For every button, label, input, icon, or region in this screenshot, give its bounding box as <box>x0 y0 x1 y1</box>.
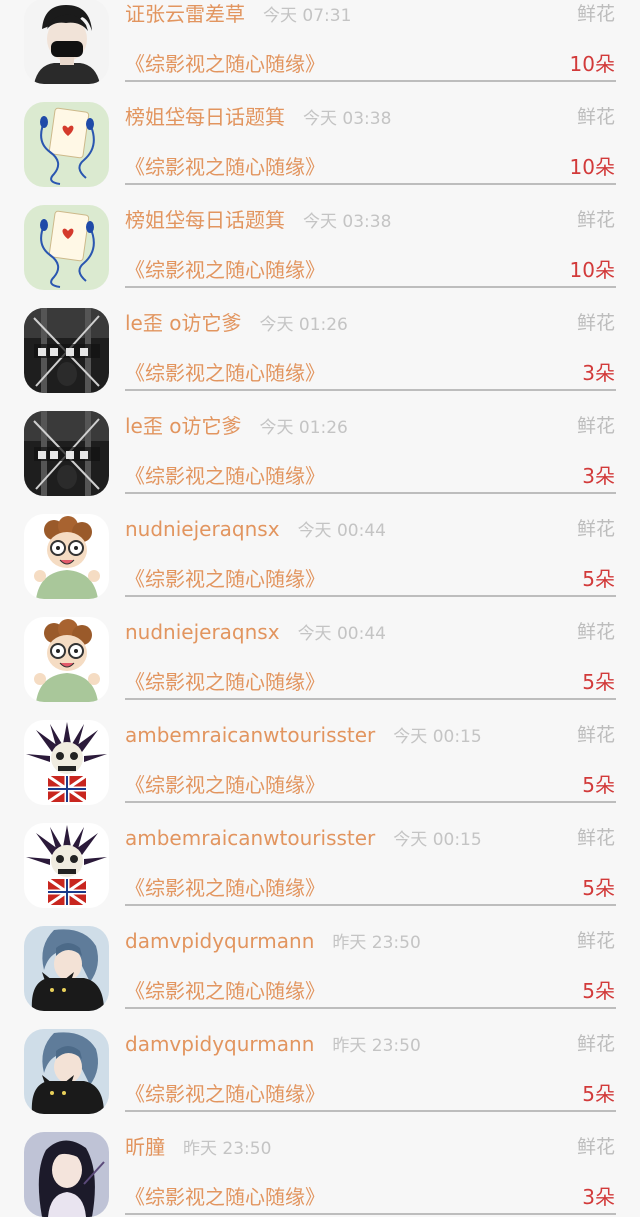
user-name[interactable]: ambemraicanwtourisster 今天 00:15 <box>125 720 482 752</box>
gift-count: 5朵 <box>582 979 615 1003</box>
book-title[interactable]: 《综影视之随心随缘》 <box>125 976 325 1006</box>
gift-count: 5朵 <box>582 1082 615 1106</box>
list-item[interactable]: 昕朣 昨天 23:50 鲜花 《综影视之随心随缘》 3朵 <box>0 1112 640 1217</box>
anime-girl-avatar[interactable] <box>24 1132 109 1217</box>
dark-calligraphy-avatar[interactable] <box>24 411 109 496</box>
user-name[interactable]: 榜姐垈每日话题箕 今天 03:38 <box>125 205 391 237</box>
gift-type: 鲜花 <box>576 415 615 437</box>
timestamp: 昨天 23:50 <box>183 1139 272 1159</box>
book-title[interactable]: 《综影视之随心随缘》 <box>125 873 325 903</box>
timestamp: 今天 00:15 <box>393 727 482 747</box>
gift-count: 5朵 <box>582 670 615 694</box>
user-name[interactable]: le歪 o访它爹 今天 01:26 <box>125 308 348 340</box>
playing-card-earphones-avatar[interactable] <box>24 205 109 290</box>
user-name[interactable]: damvpidyqurmann 昨天 23:50 <box>125 926 421 958</box>
timestamp: 今天 00:44 <box>297 624 386 644</box>
list-item[interactable]: le歪 o访它爹 今天 01:26 鲜花 《综影视之随心随缘》 3朵 <box>0 288 640 393</box>
user-name[interactable]: nudniejeraqnsx 今天 00:44 <box>125 514 386 546</box>
gift-type: 鲜花 <box>576 209 615 231</box>
cartoon-boy-glasses-avatar[interactable] <box>24 514 109 599</box>
user-name[interactable]: damvpidyqurmann 昨天 23:50 <box>125 1029 421 1061</box>
list-item[interactable]: 榜姐垈每日话题箕 今天 03:38 鲜花 《综影视之随心随缘》 10朵 <box>0 82 640 187</box>
gift-type: 鲜花 <box>576 724 615 746</box>
book-title[interactable]: 《综影视之随心随缘》 <box>125 255 325 285</box>
anime-boy-black-cat-avatar[interactable] <box>24 1029 109 1114</box>
timestamp: 昨天 23:50 <box>332 933 421 953</box>
timestamp: 今天 01:26 <box>259 418 348 438</box>
divider <box>125 1213 616 1215</box>
list-item[interactable]: 证张云雷差草 今天 07:31 鲜花 《综影视之随心随缘》 10朵 <box>0 0 640 84</box>
gift-count: 3朵 <box>582 361 615 385</box>
book-title[interactable]: 《综影视之随心随缘》 <box>125 667 325 697</box>
gift-count: 10朵 <box>569 52 615 76</box>
book-title[interactable]: 《综影视之随心随缘》 <box>125 1182 325 1212</box>
gift-count: 5朵 <box>582 773 615 797</box>
cartoon-boy-glasses-avatar[interactable] <box>24 617 109 702</box>
list-item[interactable]: le歪 o访它爹 今天 01:26 鲜花 《综影视之随心随缘》 3朵 <box>0 391 640 496</box>
timestamp: 今天 01:26 <box>259 315 348 335</box>
gift-type: 鲜花 <box>576 930 615 952</box>
gift-type: 鲜花 <box>576 106 615 128</box>
gift-record-list: 证张云雷差草 今天 07:31 鲜花 《综影视之随心随缘》 10朵 榜姐垈每日话题… <box>0 0 640 1217</box>
masked-boy-avatar[interactable] <box>24 0 109 84</box>
user-name[interactable]: ambemraicanwtourisster 今天 00:15 <box>125 823 482 855</box>
playing-card-earphones-avatar[interactable] <box>24 102 109 187</box>
timestamp: 今天 00:15 <box>393 830 482 850</box>
gift-type: 鲜花 <box>576 3 615 25</box>
gift-count: 10朵 <box>569 155 615 179</box>
gift-count: 5朵 <box>582 876 615 900</box>
anime-boy-black-cat-avatar[interactable] <box>24 926 109 1011</box>
timestamp: 今天 07:31 <box>263 6 352 26</box>
gift-type: 鲜花 <box>576 518 615 540</box>
user-name[interactable]: 证张云雷差草 今天 07:31 <box>125 0 351 31</box>
user-name[interactable]: 昕朣 昨天 23:50 <box>125 1132 271 1164</box>
user-name[interactable]: 榜姐垈每日话题箕 今天 03:38 <box>125 102 391 134</box>
user-name[interactable]: le歪 o访它爹 今天 01:26 <box>125 411 348 443</box>
list-item[interactable]: ambemraicanwtourisster 今天 00:15 鲜花 《综影视之随… <box>0 700 640 805</box>
gift-type: 鲜花 <box>576 827 615 849</box>
list-item[interactable]: damvpidyqurmann 昨天 23:50 鲜花 《综影视之随心随缘》 5朵 <box>0 1009 640 1114</box>
punk-skull-avatar[interactable] <box>24 720 109 805</box>
book-title[interactable]: 《综影视之随心随缘》 <box>125 358 325 388</box>
gift-count: 3朵 <box>582 464 615 488</box>
book-title[interactable]: 《综影视之随心随缘》 <box>125 152 325 182</box>
punk-skull-avatar[interactable] <box>24 823 109 908</box>
timestamp: 今天 00:44 <box>297 521 386 541</box>
gift-count: 10朵 <box>569 258 615 282</box>
gift-type: 鲜花 <box>576 1136 615 1158</box>
book-title[interactable]: 《综影视之随心随缘》 <box>125 770 325 800</box>
user-name[interactable]: nudniejeraqnsx 今天 00:44 <box>125 617 386 649</box>
list-item[interactable]: ambemraicanwtourisster 今天 00:15 鲜花 《综影视之随… <box>0 803 640 908</box>
timestamp: 今天 03:38 <box>303 109 392 129</box>
dark-calligraphy-avatar[interactable] <box>24 308 109 393</box>
list-item[interactable]: nudniejeraqnsx 今天 00:44 鲜花 《综影视之随心随缘》 5朵 <box>0 494 640 599</box>
gift-type: 鲜花 <box>576 1033 615 1055</box>
gift-count: 3朵 <box>582 1185 615 1209</box>
book-title[interactable]: 《综影视之随心随缘》 <box>125 564 325 594</box>
list-item[interactable]: nudniejeraqnsx 今天 00:44 鲜花 《综影视之随心随缘》 5朵 <box>0 597 640 702</box>
book-title[interactable]: 《综影视之随心随缘》 <box>125 49 325 79</box>
gift-type: 鲜花 <box>576 312 615 334</box>
list-item[interactable]: damvpidyqurmann 昨天 23:50 鲜花 《综影视之随心随缘》 5朵 <box>0 906 640 1011</box>
list-item[interactable]: 榜姐垈每日话题箕 今天 03:38 鲜花 《综影视之随心随缘》 10朵 <box>0 185 640 290</box>
gift-count: 5朵 <box>582 567 615 591</box>
timestamp: 昨天 23:50 <box>332 1036 421 1056</box>
timestamp: 今天 03:38 <box>303 212 392 232</box>
book-title[interactable]: 《综影视之随心随缘》 <box>125 1079 325 1109</box>
book-title[interactable]: 《综影视之随心随缘》 <box>125 461 325 491</box>
gift-type: 鲜花 <box>576 621 615 643</box>
